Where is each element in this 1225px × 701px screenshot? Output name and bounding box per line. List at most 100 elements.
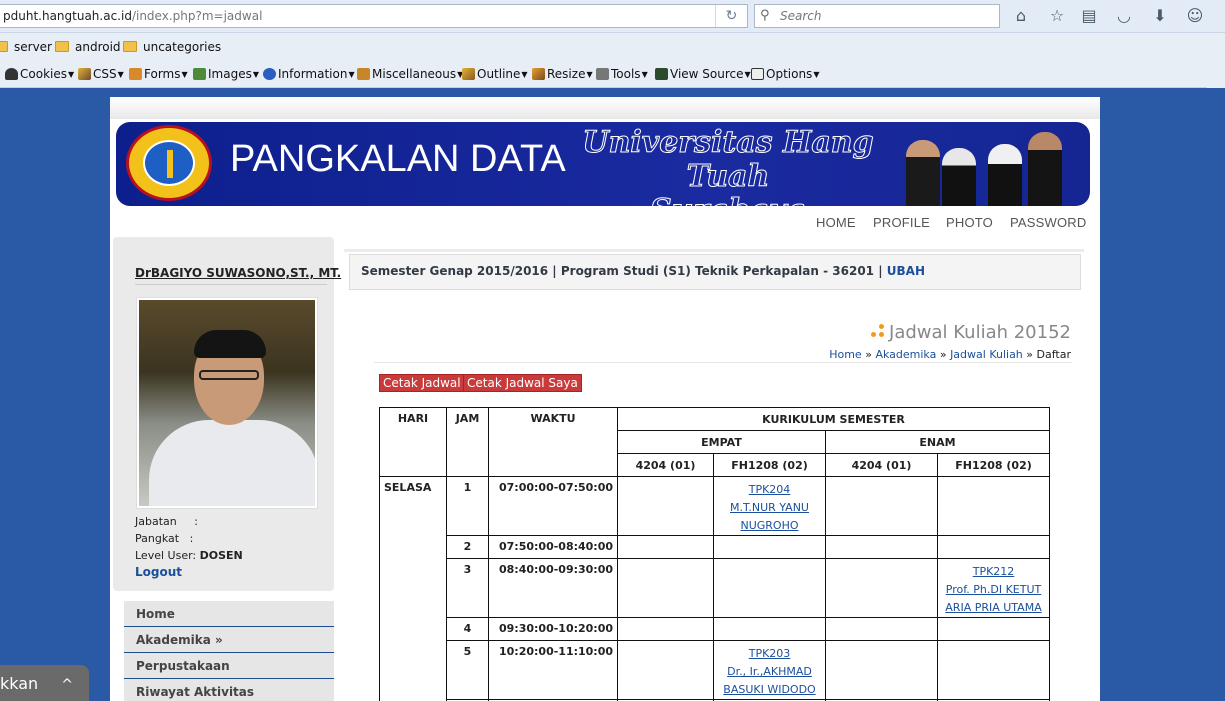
pocket-icon[interactable]: ◡: [1114, 6, 1134, 26]
sidebar-item-perpustakaan[interactable]: Perpustakaan: [124, 653, 334, 679]
sidebar-item-home[interactable]: Home: [124, 601, 334, 627]
course-link[interactable]: TPK212: [938, 563, 1049, 581]
waktu-cell: 10:20:00-11:10:00: [488, 640, 618, 700]
page-top-gradient: [110, 97, 1100, 119]
schedule-cell: [825, 535, 938, 559]
nav-profile[interactable]: PROFILE: [873, 215, 930, 230]
page-title: Jadwal Kuliah 20152: [871, 322, 1071, 343]
jam-cell: 3: [446, 558, 489, 618]
form-icon: [129, 68, 142, 80]
header-empat: EMPAT: [617, 430, 826, 454]
schedule-cell: [825, 640, 938, 700]
devtool-forms[interactable]: Forms▼: [129, 67, 188, 81]
schedule-cell: [617, 558, 714, 618]
bookmark-star-icon[interactable]: ☆: [1047, 6, 1067, 26]
anchor-icon: [167, 150, 173, 178]
course-link[interactable]: NUGROHO: [714, 517, 825, 535]
options-icon: [751, 68, 764, 80]
sidebar-item-akademika[interactable]: Akademika »: [124, 627, 334, 653]
script-line-2: Surabaya: [578, 193, 878, 206]
sidebar-item-riwayat-aktivitas[interactable]: Riwayat Aktivitas: [124, 679, 334, 701]
course-link[interactable]: TPK203: [714, 645, 825, 663]
level-line: Level User: DOSEN: [135, 549, 243, 562]
schedule-cell: [937, 535, 1050, 559]
devtool-information[interactable]: Information▼: [263, 67, 355, 81]
banner-title: PANGKALAN DATA: [230, 138, 566, 180]
header-enam: ENAM: [825, 430, 1050, 454]
header-col: FH1208 (02): [937, 453, 1050, 477]
search-input[interactable]: ⚲ Search: [754, 4, 1000, 28]
devtool-options[interactable]: Options▼: [751, 67, 819, 81]
graduate-figure: [942, 148, 976, 206]
home-icon[interactable]: ⌂: [1011, 6, 1031, 26]
nav-photo[interactable]: PHOTO: [946, 215, 993, 230]
semester-text: Semester Genap 2015/2016 | Program Studi…: [361, 264, 883, 278]
devtool-tools[interactable]: Tools▼: [596, 67, 648, 81]
schedule-cell: [713, 535, 826, 559]
breadcrumb-separator: »: [939, 348, 947, 361]
title-dots-icon: [871, 324, 885, 338]
breadcrumb-home[interactable]: Home: [829, 348, 861, 361]
cetak-jadwal-saya-button[interactable]: Cetak Jadwal Saya: [463, 374, 582, 392]
ruler-icon: [532, 68, 545, 80]
tools-icon: [596, 68, 609, 80]
user-name: DrBAGIYO SUWASONO,ST., MT.: [135, 266, 342, 280]
nav-home[interactable]: HOME: [816, 215, 856, 230]
devtool-resize[interactable]: Resize▼: [532, 67, 593, 81]
header-col: 4204 (01): [617, 453, 714, 477]
notification-popup[interactable]: kkan ^: [0, 665, 89, 701]
logout-link[interactable]: Logout: [135, 565, 182, 579]
devtool-miscellaneous[interactable]: Miscellaneous▼: [357, 67, 463, 81]
schedule-cell: [617, 640, 714, 700]
reading-list-icon[interactable]: ▤: [1079, 6, 1099, 26]
course-link[interactable]: Prof. Ph.DI KETUT: [938, 581, 1049, 599]
graduate-figure: [988, 144, 1022, 206]
reload-icon[interactable]: ↻: [715, 5, 747, 27]
url-bar[interactable]: pduht.hangtuah.ac.id/index.php?m=jadwal …: [0, 4, 748, 28]
breadcrumb-separator: »: [1026, 348, 1034, 361]
schedule-cell: [937, 617, 1050, 641]
breadcrumb-separator: »: [865, 348, 872, 361]
devtool-view-source[interactable]: View Source▼: [655, 67, 751, 81]
devtool-cookies[interactable]: Cookies▼: [5, 67, 74, 81]
course-link[interactable]: Dr., Ir.,AKHMAD: [714, 663, 825, 681]
bookmark-folder-server[interactable]: server: [0, 40, 52, 54]
breadcrumb-jadwal-kuliah[interactable]: Jadwal Kuliah: [950, 348, 1023, 361]
schedule-cell: [937, 476, 1050, 536]
browser-scrollbar[interactable]: [1207, 33, 1225, 88]
info-icon: [263, 68, 276, 80]
user-icon: [5, 68, 18, 80]
course-link[interactable]: TPK204: [714, 481, 825, 499]
waktu-cell: 07:50:00-08:40:00: [488, 535, 618, 559]
devtool-outline[interactable]: Outline▼: [462, 67, 528, 81]
table-row: 3 08:40:00-09:30:00 TPK212 Prof. Ph.DI KETU…: [380, 558, 1050, 618]
folder-icon: [0, 41, 8, 52]
schedule-cell: [825, 558, 938, 618]
user-photo: [136, 297, 318, 509]
banner-script-title: Universitas Hang Tuah Surabaya: [578, 125, 878, 206]
course-link[interactable]: BASUKI WIDODO: [714, 681, 825, 699]
ubah-link[interactable]: UBAH: [887, 264, 925, 278]
popup-text: kkan: [0, 674, 39, 693]
breadcrumb-current: Daftar: [1036, 348, 1071, 361]
university-logo: [126, 125, 212, 201]
jabatan-line: Jabatan :: [135, 515, 198, 528]
bookmark-folder-android[interactable]: android: [55, 40, 121, 54]
download-icon[interactable]: ⬇: [1150, 6, 1170, 26]
chat-icon[interactable]: ☺: [1185, 6, 1205, 26]
bookmark-folder-uncategories[interactable]: uncategories: [123, 40, 221, 54]
schedule-cell: [825, 476, 938, 536]
course-link[interactable]: ARIA PRIA UTAMA: [938, 599, 1049, 617]
devtool-images[interactable]: Images▼: [193, 67, 259, 81]
semester-bar: Semester Genap 2015/2016 | Program Studi…: [349, 254, 1081, 290]
chevron-up-icon[interactable]: ^: [61, 677, 73, 693]
nav-password[interactable]: PASSWORD: [1010, 215, 1086, 230]
course-link[interactable]: M.T.NUR YANU: [714, 499, 825, 517]
breadcrumb-akademika[interactable]: Akademika: [875, 348, 936, 361]
table-row: 2 07:50:00-08:40:00: [380, 535, 1050, 559]
header-kurikulum: KURIKULUM SEMESTER: [617, 407, 1050, 431]
image-icon: [193, 68, 206, 80]
devtool-css[interactable]: CSS▼: [78, 67, 124, 81]
cetak-jadwal-button[interactable]: Cetak Jadwal: [379, 374, 465, 392]
schedule-cell: [617, 535, 714, 559]
